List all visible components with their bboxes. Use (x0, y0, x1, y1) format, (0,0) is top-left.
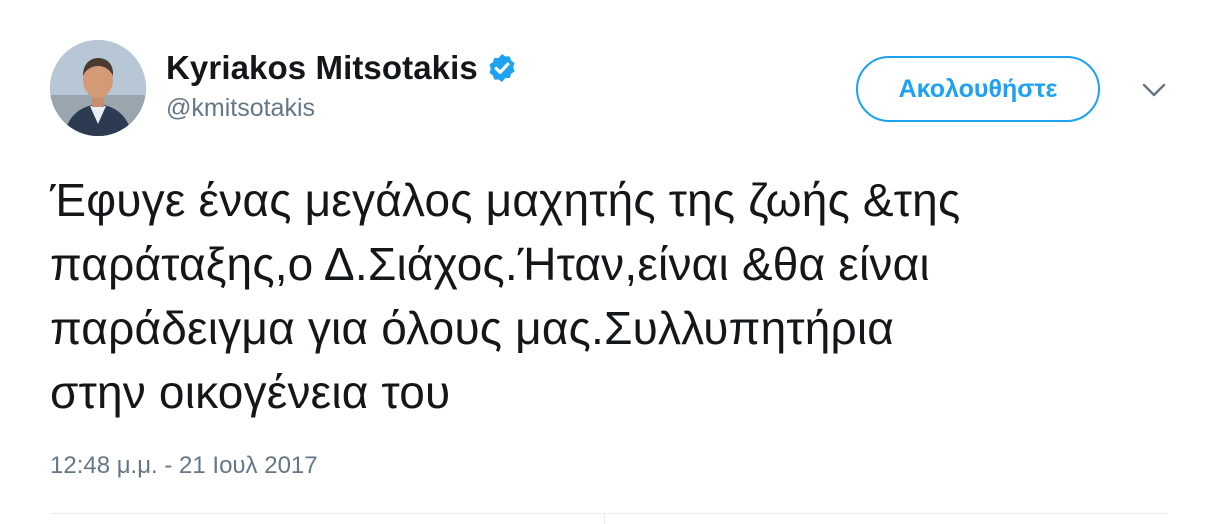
verified-badge-icon (486, 52, 518, 84)
divider (50, 513, 1168, 514)
follow-button[interactable]: Ακολουθήστε (856, 56, 1100, 122)
avatar-photo (50, 40, 146, 136)
author-name-row: Kyriakos Mitsotakis (166, 48, 518, 88)
tweet-text: Έφυγε ένας μεγάλος μαχητής της ζωής &της… (50, 174, 961, 418)
tweet-card: Kyriakos Mitsotakis @kmitsotakis Ακολουθ… (0, 0, 1216, 524)
author-display-name[interactable]: Kyriakos Mitsotakis (166, 49, 478, 87)
chevron-down-icon[interactable] (1138, 78, 1170, 102)
avatar[interactable] (50, 40, 146, 136)
divider-vertical (604, 513, 605, 524)
tweet-timestamp[interactable]: 12:48 μ.μ. - 21 Ιουλ 2017 (50, 452, 318, 480)
author-handle[interactable]: @kmitsotakis (166, 94, 315, 123)
